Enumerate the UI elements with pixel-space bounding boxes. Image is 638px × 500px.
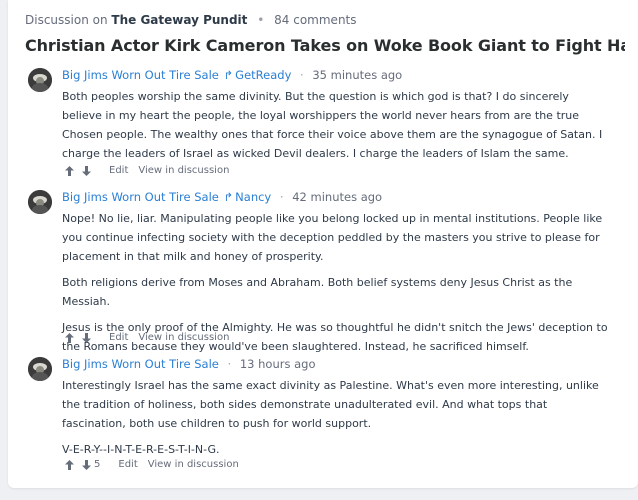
separator-dot: • <box>257 13 265 27</box>
comment-paragraph: Interestingly Israel has the same exact … <box>62 379 599 430</box>
comment-body: Interestingly Israel has the same exact … <box>62 376 612 466</box>
edit-link[interactable]: Edit <box>109 332 128 343</box>
arrow-up-icon <box>65 459 74 470</box>
arrow-down-icon <box>82 332 91 343</box>
article-title[interactable]: Christian Actor Kirk Cameron Takes on Wo… <box>25 36 625 55</box>
upvote-button[interactable] <box>65 332 74 343</box>
reply-to-user[interactable]: Nancy <box>235 190 271 204</box>
reply-to-user[interactable]: GetReady <box>235 68 291 82</box>
comment-count[interactable]: 84 comments <box>274 13 356 27</box>
arrow-down-icon <box>82 459 91 470</box>
view-in-discussion-link[interactable]: View in discussion <box>148 459 239 470</box>
arrow-down-icon <box>82 165 91 176</box>
comment-time[interactable]: 42 minutes ago <box>292 190 382 204</box>
comment-header: Big Jims Worn Out Tire Sale ↱ Nancy · 42 … <box>62 190 382 204</box>
separator-dot: · <box>300 68 304 82</box>
comment-header: Big Jims Worn Out Tire Sale · 13 hours a… <box>62 357 316 371</box>
comment-body: Both peoples worship the same divinity. … <box>62 87 612 170</box>
downvote-count: 5 <box>94 459 101 470</box>
arrow-up-icon <box>65 332 74 343</box>
comment-author[interactable]: Big Jims Worn Out Tire Sale <box>62 357 219 371</box>
edit-link[interactable]: Edit <box>109 165 128 176</box>
comment-paragraph: V-E-R-Y--I-N-T-E-R-E-S-T-I-N-G. <box>62 443 220 456</box>
comment-author[interactable]: Big Jims Worn Out Tire Sale <box>62 68 219 82</box>
separator-dot: · <box>279 190 284 204</box>
site-link[interactable]: The Gateway Pundit <box>111 13 247 27</box>
edit-link[interactable]: Edit <box>118 459 137 470</box>
arrow-up-icon <box>65 165 74 176</box>
view-in-discussion-link[interactable]: View in discussion <box>138 332 229 343</box>
comment-actions: 5 Edit View in discussion <box>65 459 239 470</box>
downvote-button[interactable]: 5 <box>82 459 100 470</box>
comment-actions: Edit View in discussion <box>65 165 229 176</box>
discussion-card: Discussion on The Gateway Pundit • 84 co… <box>8 0 638 488</box>
avatar[interactable] <box>28 68 52 92</box>
comment-paragraph: Both religions derive from Moses and Abr… <box>62 276 573 308</box>
reply-arrow-icon: ↱ <box>223 190 234 204</box>
comment-paragraph: Nope! No lie, liar. Manipulating people … <box>62 212 603 263</box>
comment-time[interactable]: 35 minutes ago <box>312 68 402 82</box>
downvote-button[interactable] <box>82 332 91 343</box>
separator-dot: · <box>227 357 232 371</box>
comment-time[interactable]: 13 hours ago <box>240 357 316 371</box>
comment-actions: Edit View in discussion <box>65 332 229 343</box>
view-in-discussion-link[interactable]: View in discussion <box>138 165 229 176</box>
comment-author[interactable]: Big Jims Worn Out Tire Sale <box>62 190 219 204</box>
comment-paragraph: Both peoples worship the same divinity. … <box>62 90 603 160</box>
downvote-button[interactable] <box>82 165 91 176</box>
discussion-header: Discussion on The Gateway Pundit • 84 co… <box>25 13 357 27</box>
comment-header: Big Jims Worn Out Tire Sale ↱ GetReady · … <box>62 68 402 82</box>
discussion-prefix: Discussion on <box>25 13 108 27</box>
reply-arrow-icon: ↱ <box>223 68 234 82</box>
avatar[interactable] <box>28 190 52 214</box>
upvote-button[interactable] <box>65 459 74 470</box>
avatar[interactable] <box>28 357 52 381</box>
upvote-button[interactable] <box>65 165 74 176</box>
